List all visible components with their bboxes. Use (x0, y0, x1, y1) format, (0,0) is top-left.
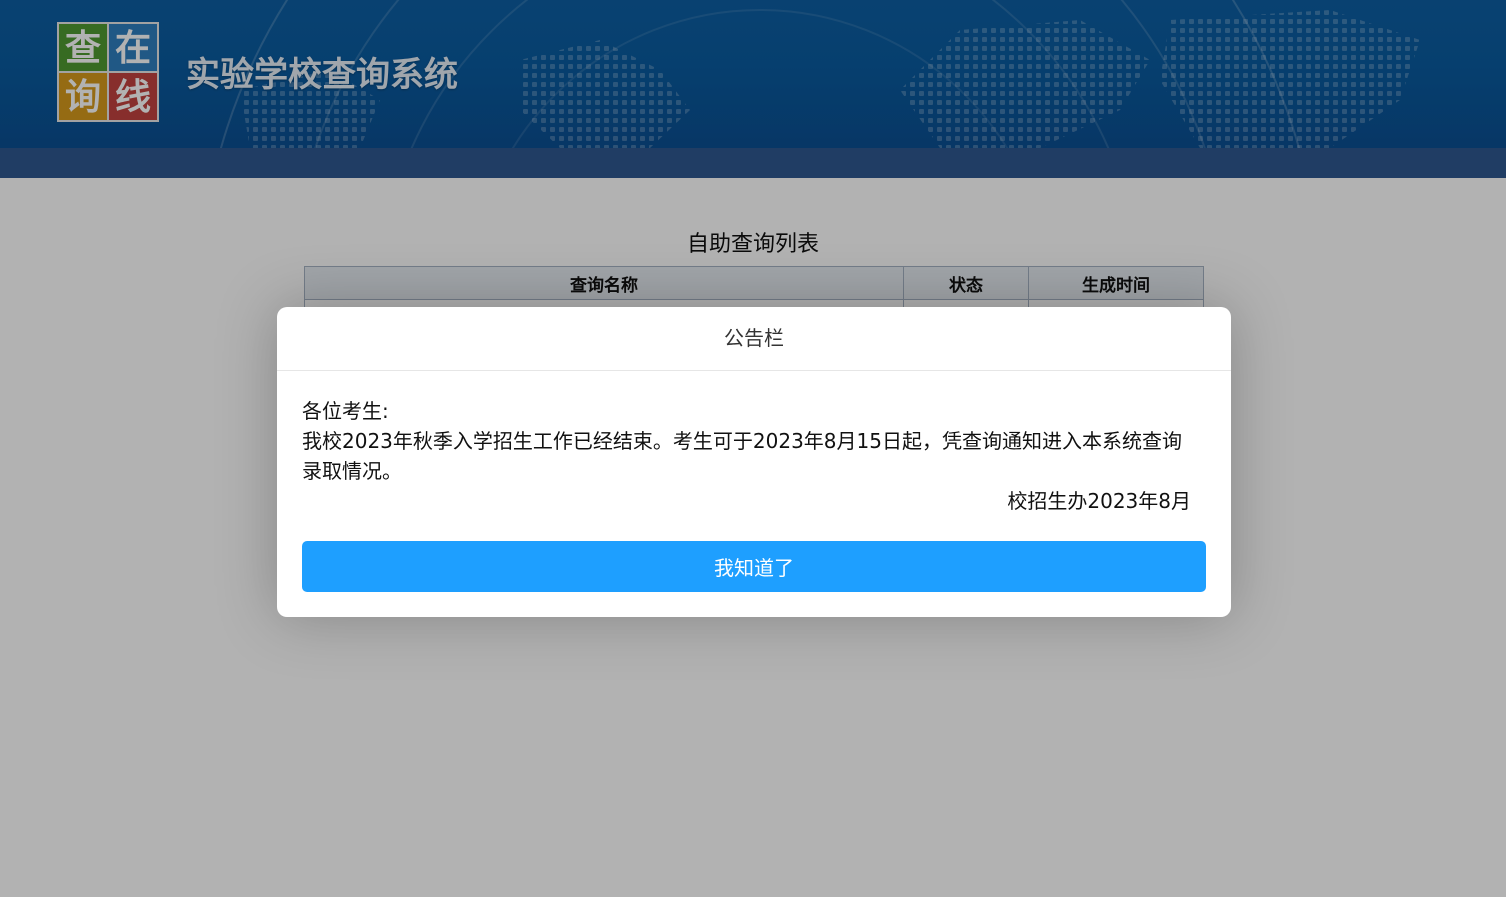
announcement-message: 我校2023年秋季入学招生工作已经结束。考生可于2023年8月15日起，凭查询通… (302, 429, 1182, 483)
acknowledge-button[interactable]: 我知道了 (302, 541, 1206, 592)
announcement-dialog: 公告栏 各位考生: 我校2023年秋季入学招生工作已经结束。考生可于2023年8… (277, 307, 1231, 617)
announcement-signature: 校招生办2023年8月 (1007, 489, 1191, 513)
dialog-title: 公告栏 (277, 307, 1231, 371)
announcement-greeting: 各位考生: (302, 399, 389, 423)
dialog-body: 各位考生: 我校2023年秋季入学招生工作已经结束。考生可于2023年8月15日… (302, 396, 1192, 516)
